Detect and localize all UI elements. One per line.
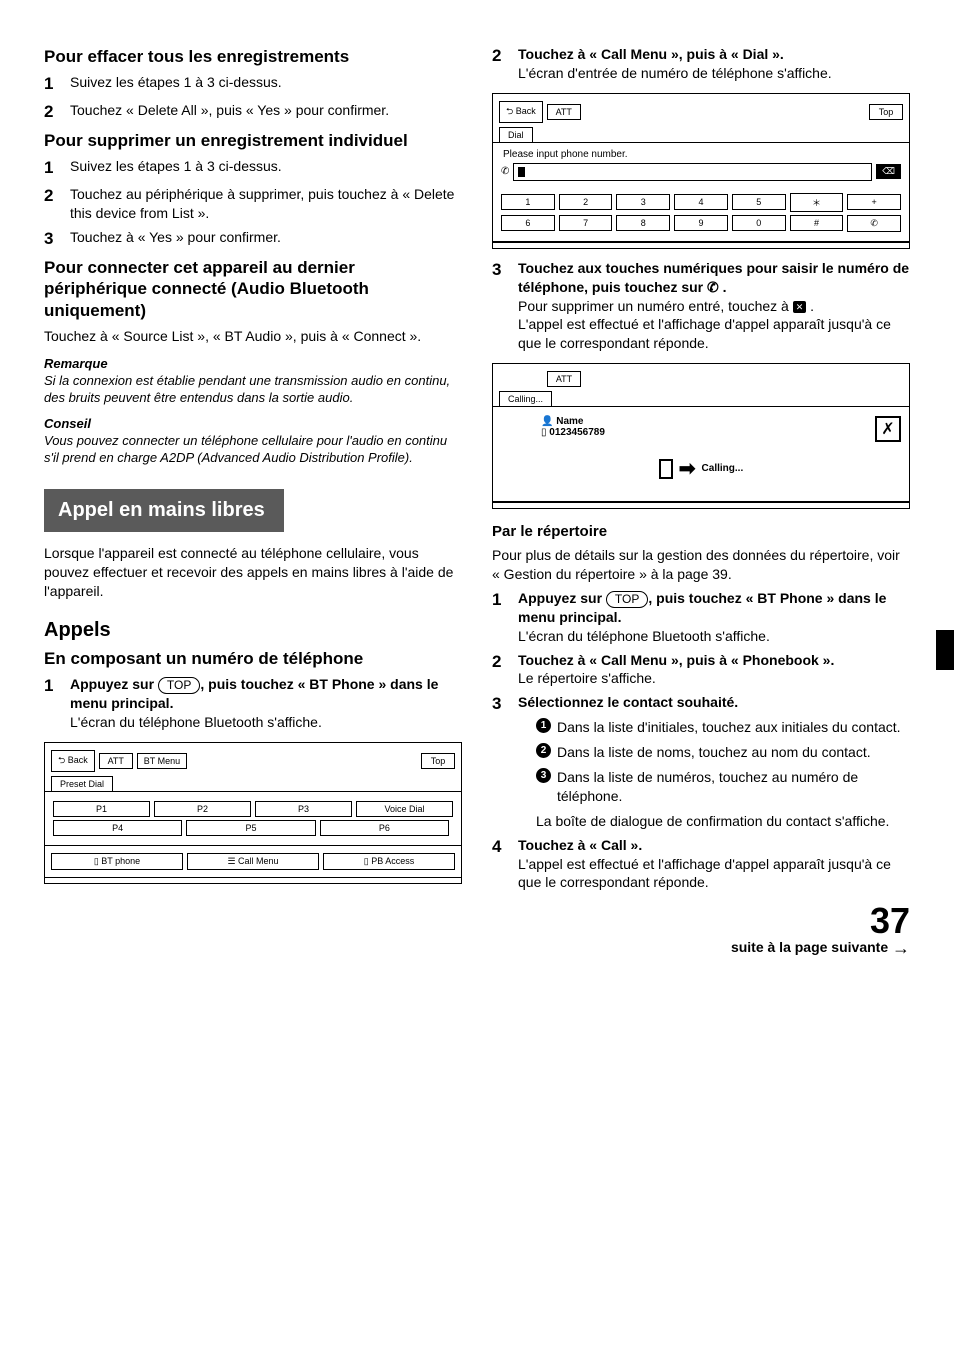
key-9: 9 bbox=[674, 215, 728, 231]
heading-compose: En composant un numéro de téléphone bbox=[44, 648, 462, 669]
fig-tab: Calling... bbox=[499, 391, 552, 406]
left-column: Pour effacer tous les enregistrements 1S… bbox=[44, 40, 462, 959]
heading-delete-one: Pour supprimer un enregistrement individ… bbox=[44, 130, 462, 151]
preset-p6: P6 bbox=[320, 820, 449, 836]
footer-continue: suite à la page suivante → bbox=[492, 938, 910, 959]
right-column: 2 Touchez à « Call Menu », puis à « Dial… bbox=[492, 40, 910, 959]
handset-icon: ✆ bbox=[707, 279, 719, 295]
remark-text: Si la connexion est établie pendant une … bbox=[44, 373, 462, 407]
fig-tab: Dial bbox=[499, 127, 533, 142]
key-4: 4 bbox=[674, 194, 728, 210]
delete-icon: ⌫ bbox=[876, 164, 901, 179]
key-8: 8 bbox=[616, 215, 670, 231]
key-star: ＊ bbox=[790, 193, 844, 212]
step-cont: L'appel est effectué et l'affichage d'ap… bbox=[518, 315, 910, 353]
step-text: Touchez « Delete All », puis « Yes » pou… bbox=[70, 101, 462, 124]
page-number: 37 bbox=[492, 900, 910, 942]
arrow-right-icon: → bbox=[892, 938, 910, 958]
key-3: 3 bbox=[616, 194, 670, 210]
repertoire-intro: Pour plus de détails sur la gestion des … bbox=[492, 546, 910, 584]
preset-p2: P2 bbox=[154, 801, 251, 817]
preset-p4: P4 bbox=[53, 820, 182, 836]
bullet-2-icon: 2 bbox=[536, 743, 551, 758]
delete-icon: ✕ bbox=[793, 301, 807, 313]
device-icon bbox=[659, 459, 673, 479]
fig-prompt: Please input phone number. bbox=[501, 149, 901, 160]
tip-text: Vous pouvez connecter un téléphone cellu… bbox=[44, 433, 462, 467]
bullet-1-icon: 1 bbox=[536, 718, 551, 733]
key-6: 6 bbox=[501, 215, 555, 231]
top-button-icon: TOP bbox=[158, 677, 200, 694]
figure-dial: ⮌ Back ATT Top Dial Please input phone n… bbox=[492, 93, 910, 249]
fig-att-button: ATT bbox=[547, 104, 581, 120]
calling-status: Calling... bbox=[702, 463, 744, 474]
section-banner: Appel en mains libres bbox=[44, 489, 284, 532]
fig-att-button: ATT bbox=[547, 371, 581, 387]
fig-btphone: ▯ BT phone bbox=[51, 853, 183, 870]
phone-input bbox=[513, 163, 872, 181]
edge-tab bbox=[936, 630, 954, 670]
figure-preset-dial: ⮌ Back ATT BT Menu Top Preset Dial P1 P2… bbox=[44, 742, 462, 884]
heading-reconnect: Pour connecter cet appareil au dernier p… bbox=[44, 257, 462, 321]
preset-p3: P3 bbox=[255, 801, 352, 817]
key-7: 7 bbox=[559, 215, 613, 231]
arrow-icon: ➡ bbox=[679, 456, 696, 481]
fig-att-button: ATT bbox=[99, 753, 133, 769]
key-plus: + bbox=[847, 194, 901, 210]
caller-name: 👤 Name bbox=[541, 416, 871, 427]
heading-appels: Appels bbox=[44, 619, 462, 642]
step-cont: L'écran du téléphone Bluetooth s'affiche… bbox=[70, 713, 462, 732]
key-2: 2 bbox=[559, 194, 613, 210]
preset-p1: P1 bbox=[53, 801, 150, 817]
fig-back-button: ⮌ Back bbox=[499, 101, 543, 123]
top-button-icon: TOP bbox=[606, 591, 648, 608]
key-5: 5 bbox=[732, 194, 786, 210]
tip-label: Conseil bbox=[44, 416, 462, 431]
fig-back-button: ⮌ Back bbox=[51, 750, 95, 772]
figure-calling: ATT Calling... 👤 Name ▯ 0123456789 ✗ ➡ C… bbox=[492, 363, 910, 509]
key-hash: # bbox=[790, 215, 844, 231]
step-text: Suivez les étapes 1 à 3 ci-dessus. bbox=[70, 73, 462, 96]
handset-icon: ✆ bbox=[501, 166, 509, 177]
fig-tab: Preset Dial bbox=[51, 776, 113, 791]
step-num: 2 bbox=[44, 101, 70, 124]
voice-dial: Voice Dial bbox=[356, 801, 453, 817]
heading-repertoire: Par le répertoire bbox=[492, 523, 910, 542]
step-num: 1 bbox=[44, 73, 70, 96]
step-lead: Touchez à « Call Menu », puis à « Dial »… bbox=[518, 45, 910, 64]
bullet-3-icon: 3 bbox=[536, 768, 551, 783]
fig-top-button: Top bbox=[421, 753, 455, 769]
fig-callmenu: ☰ Call Menu bbox=[187, 853, 319, 870]
key-1: 1 bbox=[501, 194, 555, 210]
banner-intro: Lorsque l'appareil est connecté au télép… bbox=[44, 544, 462, 601]
reconnect-text: Touchez à « Source List », « BT Audio »,… bbox=[44, 327, 462, 346]
preset-p5: P5 bbox=[186, 820, 315, 836]
hangup-icon: ✗ bbox=[875, 416, 901, 442]
heading-erase-all: Pour effacer tous les enregistrements bbox=[44, 46, 462, 67]
remark-label: Remarque bbox=[44, 356, 462, 371]
fig-btmenu-button: BT Menu bbox=[137, 753, 187, 769]
fig-top-button: Top bbox=[869, 104, 903, 120]
key-call: ✆ bbox=[847, 215, 901, 232]
caller-number: ▯ 0123456789 bbox=[541, 427, 871, 438]
key-0: 0 bbox=[732, 215, 786, 231]
step-lead: Appuyez sur bbox=[70, 676, 158, 692]
fig-pbaccess: ▯ PB Access bbox=[323, 853, 455, 870]
step-cont: L'écran d'entrée de numéro de téléphone … bbox=[518, 64, 910, 83]
